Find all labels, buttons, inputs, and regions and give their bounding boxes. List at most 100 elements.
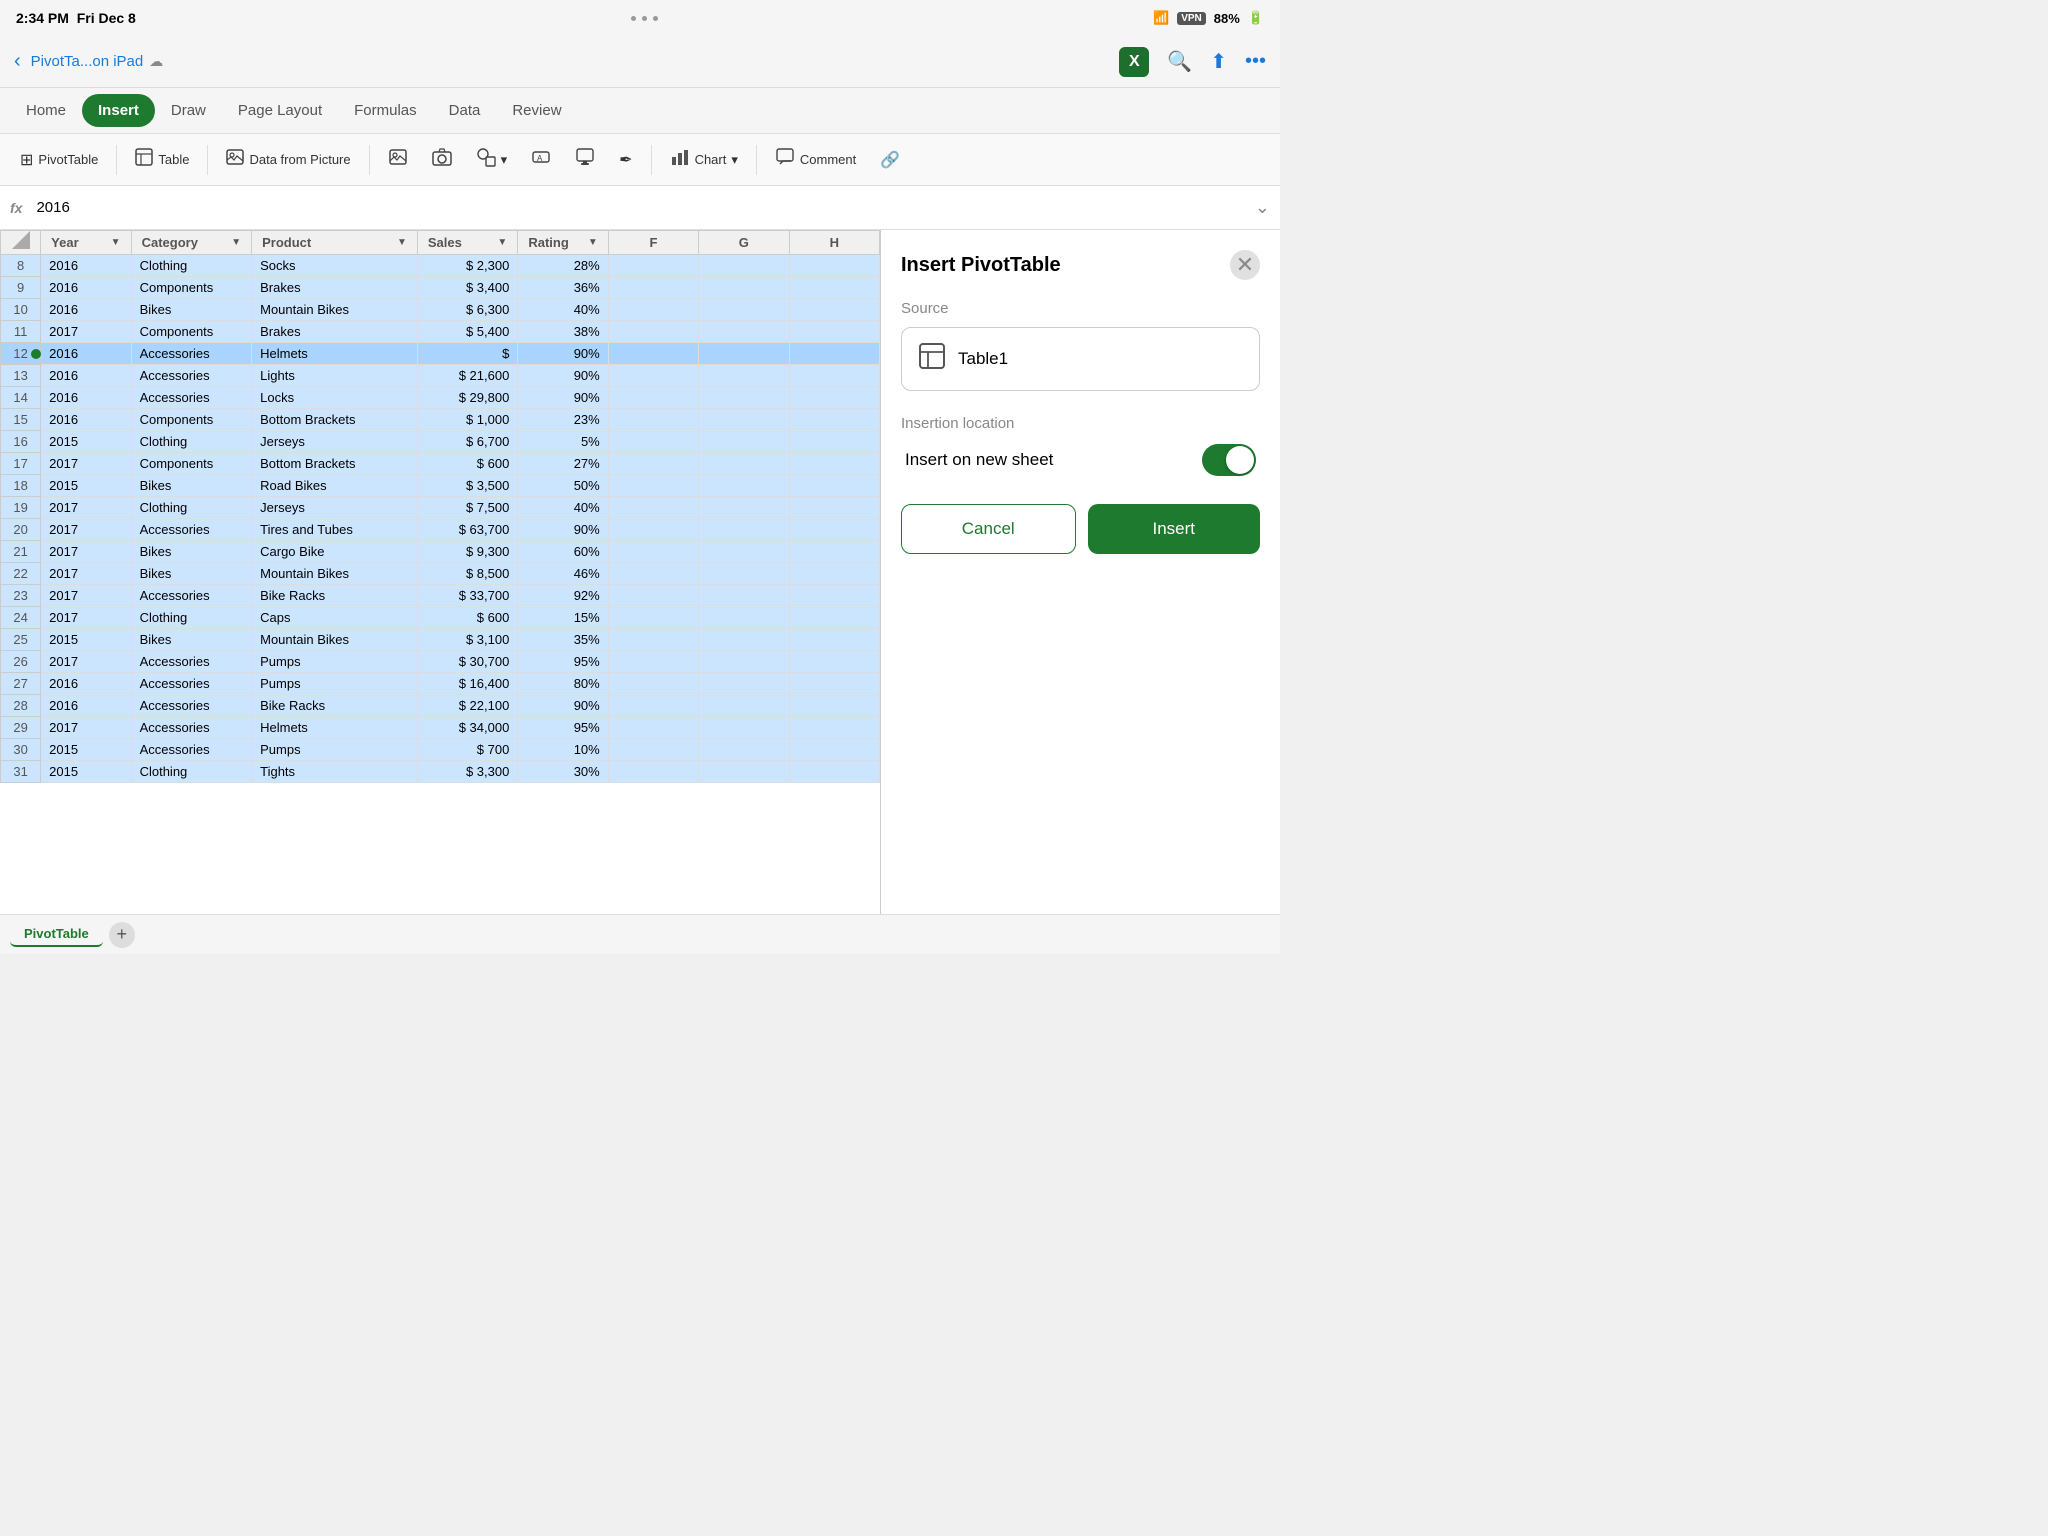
cell-year[interactable]: 2017 [41, 453, 131, 475]
cell-product[interactable]: Pumps [252, 651, 418, 673]
table-row[interactable]: 182015BikesRoad Bikes$ 3,50050% [1, 475, 880, 497]
cell-rating[interactable]: 90% [518, 365, 608, 387]
cell-sales[interactable]: $ 34,000 [417, 717, 517, 739]
col-header-h[interactable]: H [789, 231, 879, 255]
cell-f[interactable] [608, 387, 698, 409]
cell-rating[interactable]: 35% [518, 629, 608, 651]
table-row[interactable]: 202017AccessoriesTires and Tubes$ 63,700… [1, 519, 880, 541]
cell-product[interactable]: Tires and Tubes [252, 519, 418, 541]
cell-sales[interactable]: $ 33,700 [417, 585, 517, 607]
cell-year[interactable]: 2016 [41, 343, 131, 365]
cell-category[interactable]: Bikes [131, 541, 252, 563]
images-button[interactable] [378, 142, 418, 177]
cell-h[interactable] [789, 629, 879, 651]
cell-h[interactable] [789, 563, 879, 585]
cell-product[interactable]: Bottom Brackets [252, 453, 418, 475]
cell-f[interactable] [608, 365, 698, 387]
insert-on-new-sheet-toggle[interactable] [1202, 444, 1256, 476]
cell-sales[interactable]: $ 6,300 [417, 299, 517, 321]
cell-year[interactable]: 2017 [41, 585, 131, 607]
cell-sales[interactable]: $ 21,600 [417, 365, 517, 387]
cell-f[interactable] [608, 277, 698, 299]
cell-category[interactable]: Bikes [131, 563, 252, 585]
cell-g[interactable] [699, 255, 789, 277]
cell-g[interactable] [699, 497, 789, 519]
cell-rating[interactable]: 28% [518, 255, 608, 277]
table-row[interactable]: 152016ComponentsBottom Brackets$ 1,00023… [1, 409, 880, 431]
cell-category[interactable]: Bikes [131, 629, 252, 651]
cell-product[interactable]: Locks [252, 387, 418, 409]
table-row[interactable]: 312015ClothingTights$ 3,30030% [1, 761, 880, 783]
cell-rating[interactable]: 60% [518, 541, 608, 563]
table-row[interactable]: 252015BikesMountain Bikes$ 3,10035% [1, 629, 880, 651]
cell-h[interactable] [789, 585, 879, 607]
cell-rating[interactable]: 15% [518, 607, 608, 629]
cell-g[interactable] [699, 761, 789, 783]
table-row[interactable]: 262017AccessoriesPumps$ 30,70095% [1, 651, 880, 673]
cell-year[interactable]: 2017 [41, 321, 131, 343]
formula-input[interactable] [30, 197, 1246, 218]
table-row[interactable]: 92016ComponentsBrakes$ 3,40036% [1, 277, 880, 299]
cell-category[interactable]: Components [131, 453, 252, 475]
signature-button[interactable]: ✒ [609, 145, 642, 175]
cell-product[interactable]: Bottom Brackets [252, 409, 418, 431]
cell-g[interactable] [699, 739, 789, 761]
sheet-tab-pivottable[interactable]: PivotTable [10, 922, 103, 947]
cell-g[interactable] [699, 387, 789, 409]
cell-h[interactable] [789, 607, 879, 629]
cell-h[interactable] [789, 277, 879, 299]
cell-f[interactable] [608, 651, 698, 673]
cell-f[interactable] [608, 475, 698, 497]
year-filter-icon[interactable]: ▼ [111, 237, 121, 248]
cell-g[interactable] [699, 453, 789, 475]
cell-year[interactable]: 2016 [41, 409, 131, 431]
cell-g[interactable] [699, 651, 789, 673]
cell-product[interactable]: Lights [252, 365, 418, 387]
cell-h[interactable] [789, 497, 879, 519]
cell-g[interactable] [699, 563, 789, 585]
cell-category[interactable]: Clothing [131, 431, 252, 453]
cell-category[interactable]: Accessories [131, 673, 252, 695]
cell-product[interactable]: Cargo Bike [252, 541, 418, 563]
tab-data[interactable]: Data [433, 94, 497, 127]
table-row[interactable]: 302015AccessoriesPumps$ 70010% [1, 739, 880, 761]
cell-sales[interactable]: $ 29,800 [417, 387, 517, 409]
cell-product[interactable]: Bike Racks [252, 695, 418, 717]
cell-rating[interactable]: 90% [518, 695, 608, 717]
cell-rating[interactable]: 38% [518, 321, 608, 343]
cell-g[interactable] [699, 431, 789, 453]
cell-g[interactable] [699, 277, 789, 299]
cell-category[interactable]: Accessories [131, 519, 252, 541]
cell-sales[interactable]: $ 5,400 [417, 321, 517, 343]
table-row[interactable]: 242017ClothingCaps$ 60015% [1, 607, 880, 629]
link-button[interactable]: 🔗 [870, 145, 910, 175]
sales-filter-icon[interactable]: ▼ [497, 237, 507, 248]
cell-product[interactable]: Bike Racks [252, 585, 418, 607]
cell-rating[interactable]: 90% [518, 519, 608, 541]
tab-review[interactable]: Review [496, 94, 577, 127]
cell-sales[interactable]: $ 600 [417, 607, 517, 629]
comment-button[interactable]: Comment [765, 142, 866, 177]
screenshot-button[interactable] [565, 142, 605, 177]
cell-sales[interactable]: $ 16,400 [417, 673, 517, 695]
cell-category[interactable]: Components [131, 321, 252, 343]
tab-insert[interactable]: Insert [82, 94, 155, 127]
col-header-d[interactable]: Sales ▼ [417, 231, 517, 255]
cell-f[interactable] [608, 541, 698, 563]
cell-h[interactable] [789, 343, 879, 365]
panel-close-button[interactable]: ✕ [1230, 250, 1260, 280]
cell-f[interactable] [608, 585, 698, 607]
cell-rating[interactable]: 92% [518, 585, 608, 607]
table-row[interactable]: 192017ClothingJerseys$ 7,50040% [1, 497, 880, 519]
cancel-button[interactable]: Cancel [901, 504, 1076, 554]
cell-f[interactable] [608, 431, 698, 453]
cell-product[interactable]: Helmets [252, 717, 418, 739]
cell-category[interactable]: Clothing [131, 607, 252, 629]
cell-h[interactable] [789, 673, 879, 695]
cell-h[interactable] [789, 519, 879, 541]
cell-category[interactable]: Accessories [131, 717, 252, 739]
col-header-b[interactable]: Category ▼ [131, 231, 252, 255]
cell-product[interactable]: Caps [252, 607, 418, 629]
tab-home[interactable]: Home [10, 94, 82, 127]
cell-sales[interactable]: $ 6,700 [417, 431, 517, 453]
